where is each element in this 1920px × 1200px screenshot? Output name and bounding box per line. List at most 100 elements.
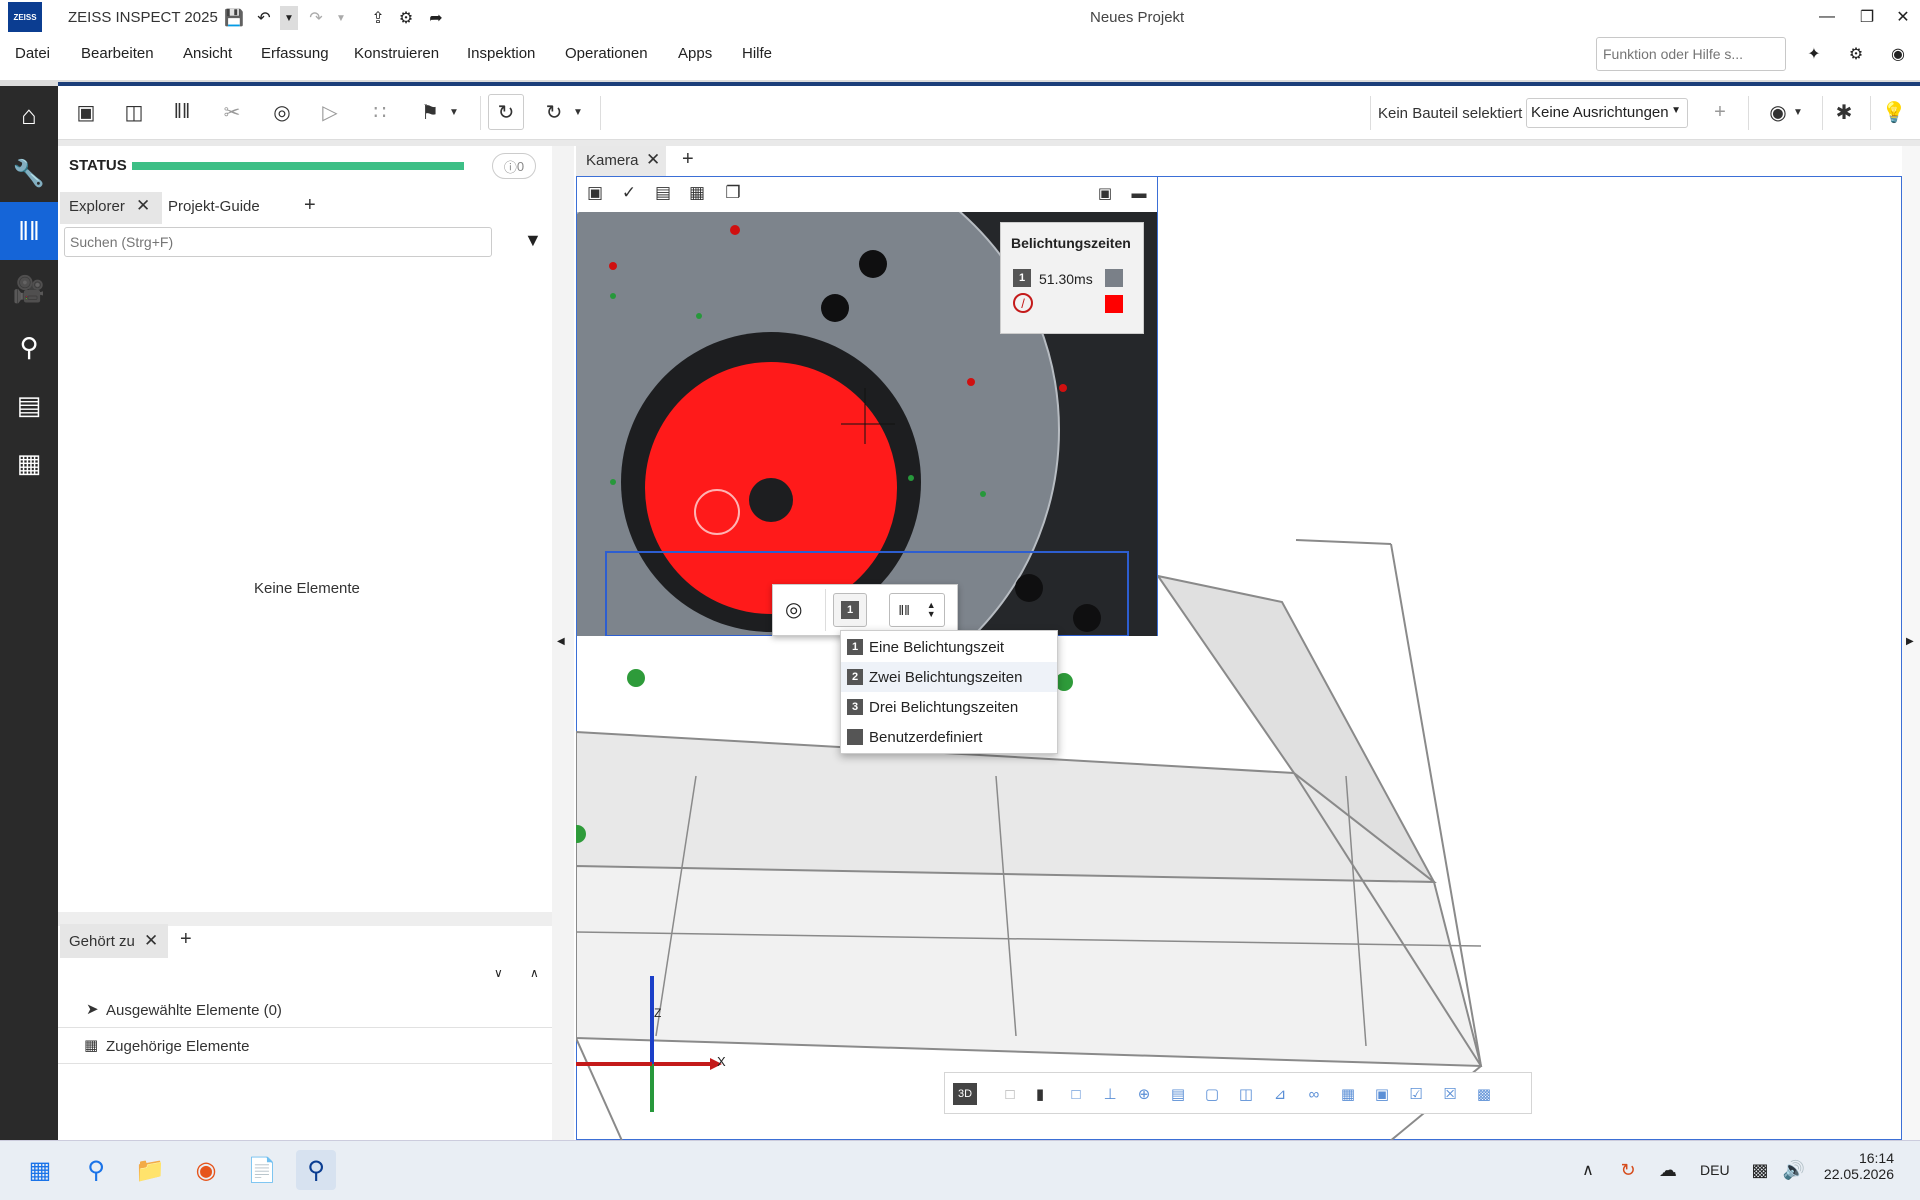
export-icon[interactable]: ⇪ <box>366 6 390 30</box>
exposure-mode-button[interactable]: 1 <box>833 593 867 627</box>
crop-icon[interactable]: ✂ <box>214 94 250 130</box>
add-element-icon[interactable]: ◫ <box>116 94 152 130</box>
apps-grid-icon[interactable]: ▦ <box>0 434 58 492</box>
file-explorer-icon[interactable]: 📁 <box>130 1150 170 1190</box>
view-cross-icon[interactable]: ⊕ <box>1133 1083 1155 1105</box>
collapse-left-icon[interactable]: ◀ <box>557 636 565 647</box>
tools-icon[interactable]: ⚙ <box>394 6 418 30</box>
projector-icon[interactable]: ✱ <box>1826 94 1862 130</box>
multi-camera-icon[interactable]: ❐ <box>718 178 748 208</box>
picture-in-picture-icon[interactable]: ▣ <box>1090 178 1120 208</box>
tab-projekt-guide[interactable]: Projekt-Guide <box>168 198 260 215</box>
filter-icon[interactable]: ▼ <box>524 230 542 251</box>
report-icon[interactable]: ▤ <box>0 376 58 434</box>
light-icon[interactable]: 💡 <box>1876 94 1912 130</box>
view-fit-icon[interactable]: ▣ <box>1371 1083 1393 1105</box>
menu-bearbeiten[interactable]: Bearbeiten <box>81 45 154 62</box>
flag-icon[interactable]: ⚑ <box>412 94 448 130</box>
expand-all-icon[interactable]: ∨ <box>494 966 503 980</box>
help-pointer-icon[interactable]: ➦ <box>424 6 448 30</box>
sensor-dropdown-icon[interactable]: ▼ <box>1790 94 1806 130</box>
view-link-icon[interactable]: ∞ <box>1303 1083 1325 1105</box>
menu-apps[interactable]: Apps <box>678 45 712 62</box>
menu-erfassung[interactable]: Erfassung <box>261 45 329 62</box>
wrench-icon[interactable]: 🔧 <box>0 144 58 202</box>
view-measure-icon[interactable]: ⊿ <box>1269 1083 1291 1105</box>
menu-item-drei-belichtungszeiten[interactable]: 3 Drei Belichtungszeiten <box>841 692 1057 722</box>
close-icon[interactable]: ✕ <box>646 150 660 170</box>
hatch-icon[interactable]: ▦ <box>682 178 712 208</box>
cloud-off-icon[interactable]: ☁ <box>1648 1150 1688 1190</box>
camera-workspace-icon[interactable]: 🎥 <box>0 260 58 318</box>
view-3d-button[interactable]: 3D <box>953 1083 977 1105</box>
sync-icon[interactable]: ↻ <box>1608 1150 1648 1190</box>
alignment-select[interactable]: Keine Ausrichtungen ▼ <box>1526 98 1688 128</box>
document-icon[interactable]: 📄 <box>242 1150 282 1190</box>
select-region-icon[interactable]: □ <box>999 1083 1021 1105</box>
account-icon[interactable]: ◉ <box>1886 42 1910 66</box>
search-input[interactable] <box>64 227 492 257</box>
save-icon[interactable]: 💾 <box>222 6 246 30</box>
view-side-icon[interactable]: ▤ <box>1167 1083 1189 1105</box>
language-indicator[interactable]: DEU <box>1700 1162 1730 1178</box>
menu-item-benutzerdefiniert[interactable]: Benutzerdefiniert <box>841 722 1057 752</box>
view-section-icon[interactable]: ◫ <box>1235 1083 1257 1105</box>
exposure-stepper[interactable]: ‖‖ ▲ ▼ <box>889 593 945 627</box>
view-front-icon[interactable]: □ <box>1065 1083 1087 1105</box>
view-check-icon[interactable]: ☑ <box>1405 1083 1427 1105</box>
close-icon[interactable]: ✕ <box>1886 4 1920 30</box>
search-icon[interactable]: ⚲ <box>76 1150 116 1190</box>
explorer-view-icon[interactable]: ▣ <box>68 94 104 130</box>
rocket-icon[interactable]: ✦ <box>1802 42 1826 66</box>
search-icon[interactable]: ⚲ <box>0 318 58 376</box>
view-grid-icon[interactable]: ▦ <box>1337 1083 1359 1105</box>
menu-inspektion[interactable]: Inspektion <box>467 45 535 62</box>
flag-dropdown-icon[interactable]: ▼ <box>446 94 462 130</box>
list-item[interactable]: ▦ Zugehörige Elemente <box>58 1028 552 1064</box>
add-alignment-icon[interactable]: + <box>1702 94 1738 130</box>
extension-icon[interactable]: ⚙ <box>1844 42 1868 66</box>
menu-konstruieren[interactable]: Konstruieren <box>354 45 439 62</box>
menu-item-zwei-belichtungszeiten[interactable]: 2 Zwei Belichtungszeiten <box>841 662 1057 692</box>
close-icon[interactable]: ✕ <box>136 196 150 216</box>
tray-chevron-icon[interactable]: ∧ <box>1568 1150 1608 1190</box>
menu-item-eine-belichtungszeit[interactable]: 1 Eine Belichtungszeit <box>841 632 1057 662</box>
transform-icon[interactable]: ▷ <box>312 94 348 130</box>
view-box-icon[interactable]: ▢ <box>1201 1083 1223 1105</box>
info-count-badge[interactable]: ⓘ 0 <box>492 153 536 179</box>
add-tab-icon[interactable]: + <box>304 194 316 217</box>
target-icon[interactable]: ◎ <box>785 597 802 622</box>
collapse-all-icon[interactable]: ∧ <box>530 966 539 980</box>
volume-icon[interactable]: 🔊 <box>1774 1150 1814 1190</box>
home-icon[interactable]: ⌂ <box>0 86 58 144</box>
system-clock[interactable]: 16:14 22.05.2026 <box>1820 1150 1894 1182</box>
refresh-icon[interactable]: ↻ <box>488 94 524 130</box>
firefox-icon[interactable]: ◉ <box>186 1150 226 1190</box>
add-tab-icon[interactable]: + <box>682 148 694 171</box>
stepper-arrows-icon[interactable]: ▲ ▼ <box>927 601 936 619</box>
scan-icon[interactable]: ‖‖ <box>164 94 200 130</box>
view-hide-icon[interactable]: ☒ <box>1439 1083 1461 1105</box>
menu-hilfe[interactable]: Hilfe <box>742 45 772 62</box>
undo-dropdown-icon[interactable]: ▼ <box>280 6 298 30</box>
redo-measure-icon[interactable]: ↻ <box>536 94 572 130</box>
inspection-workspace-icon[interactable]: ‖‖ <box>0 202 58 260</box>
menu-operationen[interactable]: Operationen <box>565 45 648 62</box>
points-icon[interactable]: ∷ <box>362 94 398 130</box>
close-icon[interactable]: ✕ <box>144 931 158 951</box>
collapse-right-icon[interactable]: ▶ <box>1906 636 1914 647</box>
overlay-icon[interactable]: ▤ <box>648 178 678 208</box>
vertical-splitter[interactable]: ◀ <box>552 146 574 1140</box>
function-search-input[interactable] <box>1596 37 1786 71</box>
align-icon[interactable]: ▮ <box>1029 1083 1051 1105</box>
settings-icon[interactable]: ✓ <box>614 178 644 208</box>
windows-start-icon[interactable]: ▦ <box>20 1150 60 1190</box>
undo-icon[interactable]: ↶ <box>252 6 276 30</box>
list-item[interactable]: ➤ Ausgewählte Elemente (0) <box>58 992 552 1028</box>
add-tab-icon[interactable]: + <box>180 928 192 951</box>
zeiss-inspect-taskbar-icon[interactable]: ⚲ <box>296 1150 336 1190</box>
minimize-icon[interactable]: — <box>1810 4 1844 30</box>
view-plane-icon[interactable]: ⊥ <box>1099 1083 1121 1105</box>
target-icon[interactable]: ◎ <box>264 94 300 130</box>
menu-datei[interactable]: Datei <box>15 45 50 62</box>
